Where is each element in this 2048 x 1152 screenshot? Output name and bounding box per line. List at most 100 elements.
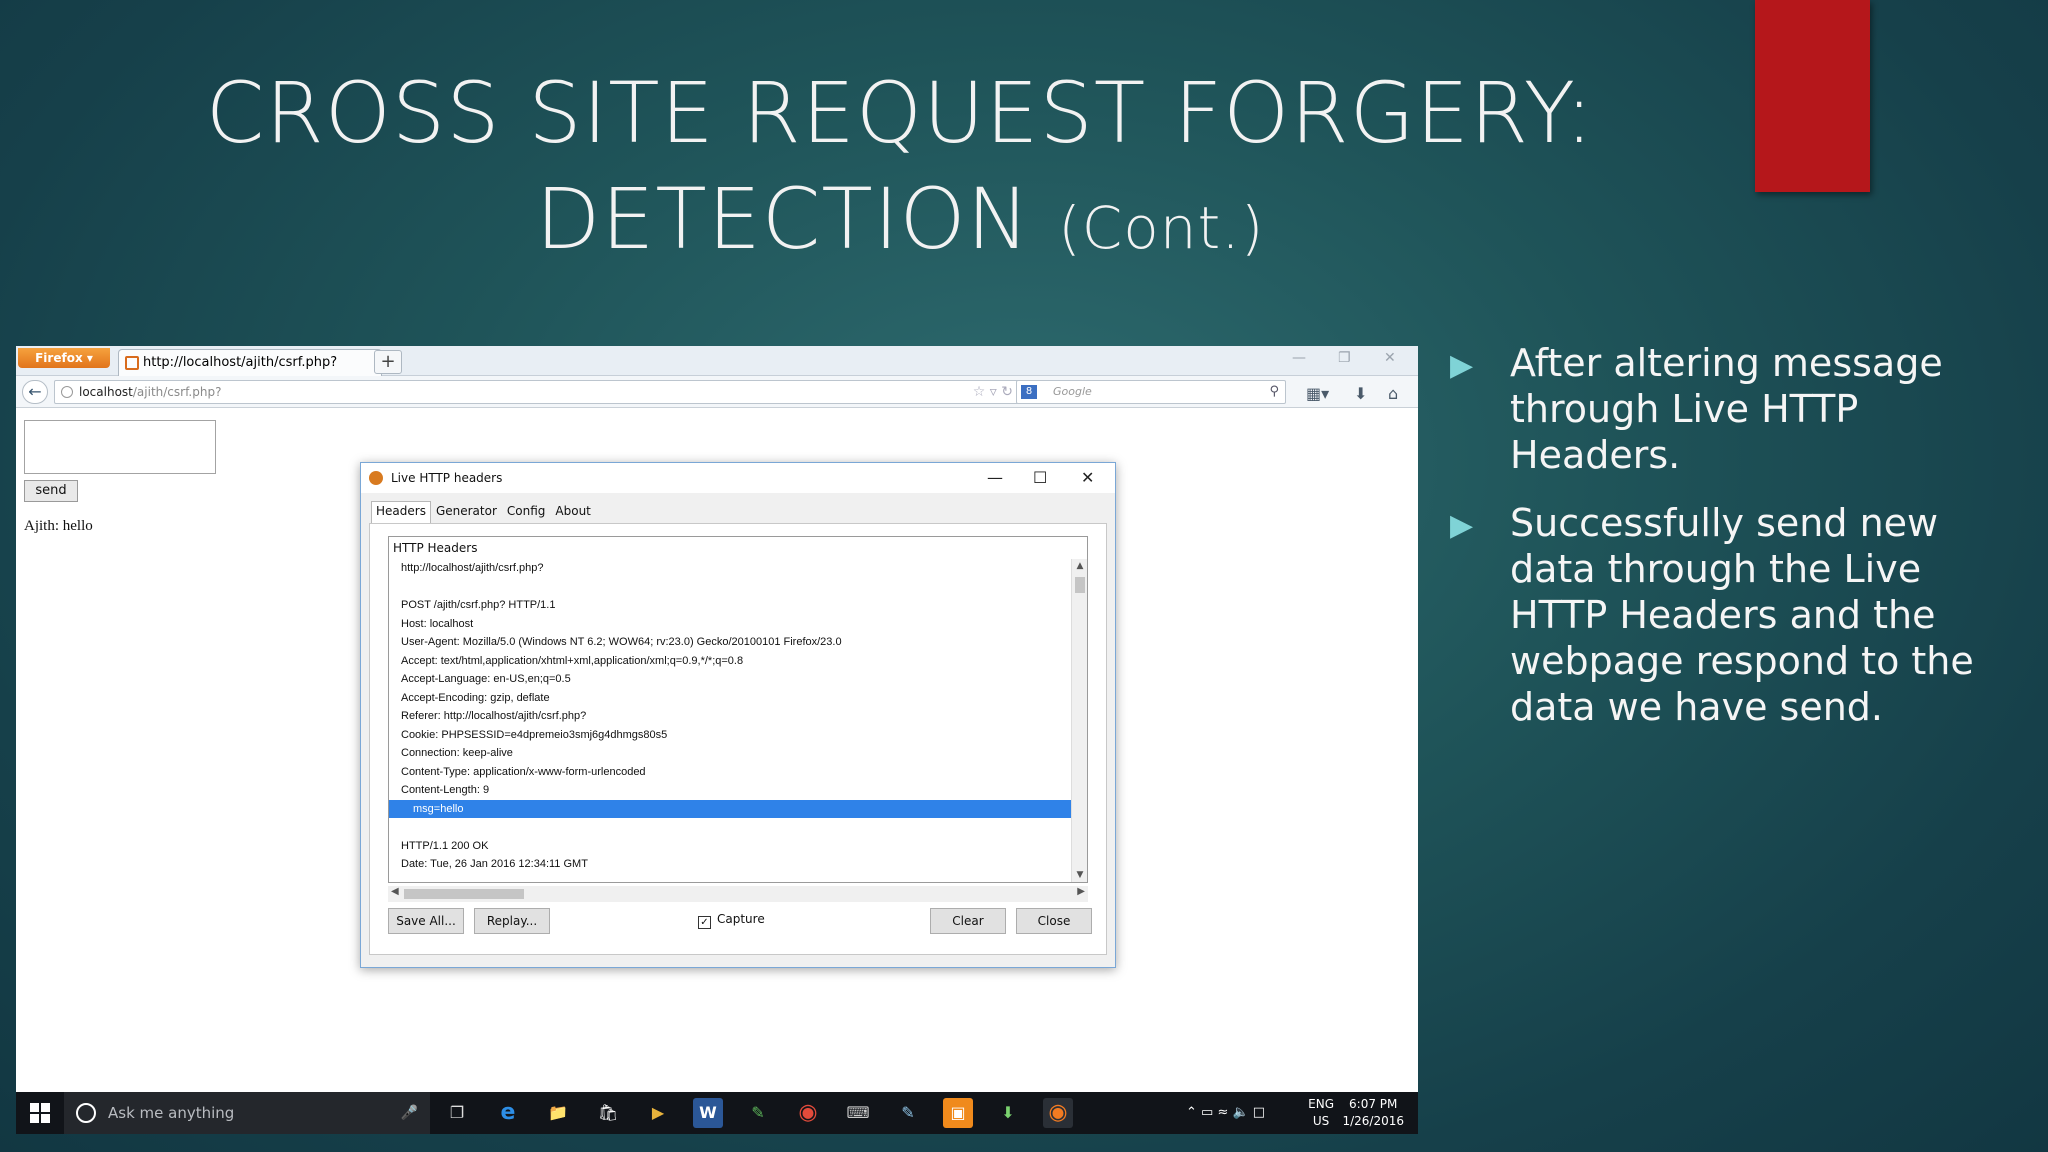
bullet-arrow-icon: ▶ <box>1450 348 1474 383</box>
header-line[interactable]: User-Agent: Mozilla/5.0 (Windows NT 6.2;… <box>389 633 1071 652</box>
bullet-text: After altering message through Live HTTP… <box>1510 341 1943 477</box>
scroll-up-icon[interactable]: ▲ <box>1072 561 1087 571</box>
scroll-thumb[interactable] <box>1075 577 1085 593</box>
browser-tab[interactable]: http://localhost/ajith/csrf.php? <box>118 349 382 376</box>
header-line[interactable]: Referer: http://localhost/ajith/csrf.php… <box>389 707 1071 726</box>
bullet-item: ▶ After altering message through Live HT… <box>1450 340 2010 478</box>
url-host: localhost <box>79 385 133 399</box>
close-window-icon[interactable]: ✕ <box>1384 350 1396 366</box>
xampp-icon[interactable]: ▣ <box>943 1098 973 1128</box>
globe-icon <box>61 386 73 398</box>
cortana-search-box[interactable]: Ask me anything 🎤 <box>64 1092 430 1134</box>
send-button[interactable]: send <box>24 480 78 502</box>
close-button[interactable]: Close <box>1016 908 1092 934</box>
header-line[interactable]: HTTP/1.1 200 OK <box>389 837 1071 856</box>
title-cont: (Cont.) <box>1058 194 1265 262</box>
dialog-title: Live HTTP headers <box>391 471 503 485</box>
restore-icon[interactable]: ❐ <box>1338 350 1351 366</box>
bookmark-star-icon[interactable]: ☆ ▿ ↻ <box>973 381 1013 403</box>
google-icon: 8 <box>1021 385 1037 399</box>
clock-time: 6:07 PM <box>1349 1097 1398 1111</box>
page-content: send Ajith: hello Live HTTP headers — ☐ … <box>16 408 1418 1088</box>
header-line[interactable]: http://localhost/ajith/csrf.php? <box>389 559 1071 578</box>
search-icon[interactable]: ⚲ <box>1269 381 1279 403</box>
firefox-menu-button[interactable]: Firefox ▾ <box>18 348 110 368</box>
header-line[interactable] <box>389 818 1071 837</box>
title-line-2: DETECTION (Cont.) <box>0 166 1800 281</box>
file-explorer-icon[interactable]: 📁 <box>543 1098 573 1128</box>
firefox-icon[interactable]: ◉ <box>1043 1098 1073 1128</box>
language-indicator[interactable]: ENG US <box>1308 1096 1334 1130</box>
scroll-left-icon[interactable]: ◀ <box>391 886 399 897</box>
clear-button[interactable]: Clear <box>930 908 1006 934</box>
header-line[interactable]: Cookie: PHPSESSID=e4dpremeio3smj6g4dhmgs… <box>389 726 1071 745</box>
headers-panel: HTTP Headers http://localhost/ajith/csrf… <box>369 523 1107 955</box>
download-icon[interactable]: ⬇ <box>1354 384 1367 403</box>
save-all-button[interactable]: Save All... <box>388 908 464 934</box>
search-bar[interactable]: 8 Google ⚲ <box>1016 380 1286 404</box>
tab-about[interactable]: About <box>550 501 595 523</box>
dialog-close-icon[interactable]: ✕ <box>1081 463 1094 493</box>
bullet-item: ▶ Successfully send new data through the… <box>1450 500 2010 730</box>
live-http-headers-dialog: Live HTTP headers — ☐ ✕ Headers Generato… <box>360 462 1116 968</box>
header-line[interactable] <box>389 578 1071 597</box>
horizontal-scrollbar[interactable]: ◀ ▶ <box>388 886 1088 902</box>
browser-screenshot: Firefox ▾ http://localhost/ajith/csrf.ph… <box>16 346 1418 1134</box>
tab-headers[interactable]: Headers <box>371 501 431 523</box>
tray-icons[interactable]: ⌃ ▭ ≈ 🔈 □ <box>1186 1092 1265 1134</box>
message-textarea[interactable] <box>24 420 216 474</box>
scroll-right-icon[interactable]: ▶ <box>1077 886 1085 897</box>
clock-date: 1/26/2016 <box>1342 1114 1404 1128</box>
notepad-icon[interactable]: ✎ <box>743 1098 773 1128</box>
dialog-minimize-icon[interactable]: — <box>987 463 1003 493</box>
hscroll-thumb[interactable] <box>404 889 524 899</box>
bookmarks-icon[interactable]: ▦▾ <box>1306 384 1329 403</box>
message-output: Ajith: hello <box>24 518 93 534</box>
header-line[interactable]: Date: Tue, 26 Jan 2016 12:34:11 GMT <box>389 855 1071 874</box>
installer-icon[interactable]: ⬇ <box>993 1098 1023 1128</box>
vertical-scrollbar[interactable]: ▲ ▼ <box>1071 559 1087 882</box>
media-player-icon[interactable]: ▶ <box>643 1098 673 1128</box>
header-line[interactable]: Host: localhost <box>389 615 1071 634</box>
header-line[interactable]: POST /ajith/csrf.php? HTTP/1.1 <box>389 596 1071 615</box>
chrome-icon[interactable]: ◉ <box>793 1098 823 1128</box>
search-placeholder: Google <box>1053 385 1092 398</box>
url-path: /ajith/csrf.php? <box>132 385 222 399</box>
paint-icon[interactable]: ✎ <box>893 1098 923 1128</box>
header-line[interactable]: Accept-Encoding: gzip, deflate <box>389 689 1071 708</box>
checkbox-checked-icon[interactable]: ✓ <box>698 916 711 929</box>
capture-label: Capture <box>717 912 765 926</box>
header-line[interactable]: Accept: text/html,application/xhtml+xml,… <box>389 652 1071 671</box>
microphone-icon[interactable]: 🎤 <box>401 1092 418 1134</box>
edge-icon[interactable]: e <box>493 1098 523 1128</box>
url-bar[interactable]: localhost/ajith/csrf.php? ☆ ▿ ↻ <box>54 380 1024 404</box>
clock[interactable]: 6:07 PM 1/26/2016 <box>1342 1096 1404 1130</box>
dialog-maximize-icon[interactable]: ☐ <box>1033 463 1047 493</box>
tab-title: http://localhost/ajith/csrf.php? <box>143 355 338 370</box>
task-view-icon[interactable]: ❐ <box>442 1098 472 1128</box>
header-line[interactable]: Content-Type: application/x-www-form-url… <box>389 763 1071 782</box>
header-lines: http://localhost/ajith/csrf.php? POST /aj… <box>389 559 1071 874</box>
headers-box-title: HTTP Headers <box>393 541 478 555</box>
word-icon[interactable]: W <box>693 1098 723 1128</box>
http-headers-list[interactable]: HTTP Headers http://localhost/ajith/csrf… <box>388 536 1088 883</box>
replay-button[interactable]: Replay... <box>474 908 550 934</box>
tab-config[interactable]: Config <box>502 501 551 523</box>
scroll-down-icon[interactable]: ▼ <box>1072 870 1087 880</box>
new-tab-button[interactable]: + <box>374 350 402 374</box>
header-line[interactable]: Connection: keep-alive <box>389 744 1071 763</box>
title-line-1: CROSS SITE REQUEST FORGERY: <box>205 64 1595 162</box>
store-icon[interactable]: 🛍 <box>593 1098 623 1128</box>
cmd-icon[interactable]: ⌨ <box>843 1098 873 1128</box>
header-line[interactable]: Accept-Language: en-US,en;q=0.5 <box>389 670 1071 689</box>
capture-checkbox[interactable]: ✓ Capture <box>698 912 765 929</box>
windows-start-icon[interactable] <box>30 1103 50 1123</box>
header-line[interactable]: msg=hello <box>389 799 1071 818</box>
back-button[interactable]: ← <box>22 380 48 404</box>
header-line[interactable]: Content-Length: 9 <box>389 781 1071 800</box>
home-icon[interactable]: ⌂ <box>1388 384 1398 403</box>
bullet-arrow-icon: ▶ <box>1450 508 1474 543</box>
minimize-icon[interactable]: — <box>1292 350 1306 366</box>
dialog-tabs: Headers Generator Config About <box>371 501 596 523</box>
tab-generator[interactable]: Generator <box>431 501 502 523</box>
